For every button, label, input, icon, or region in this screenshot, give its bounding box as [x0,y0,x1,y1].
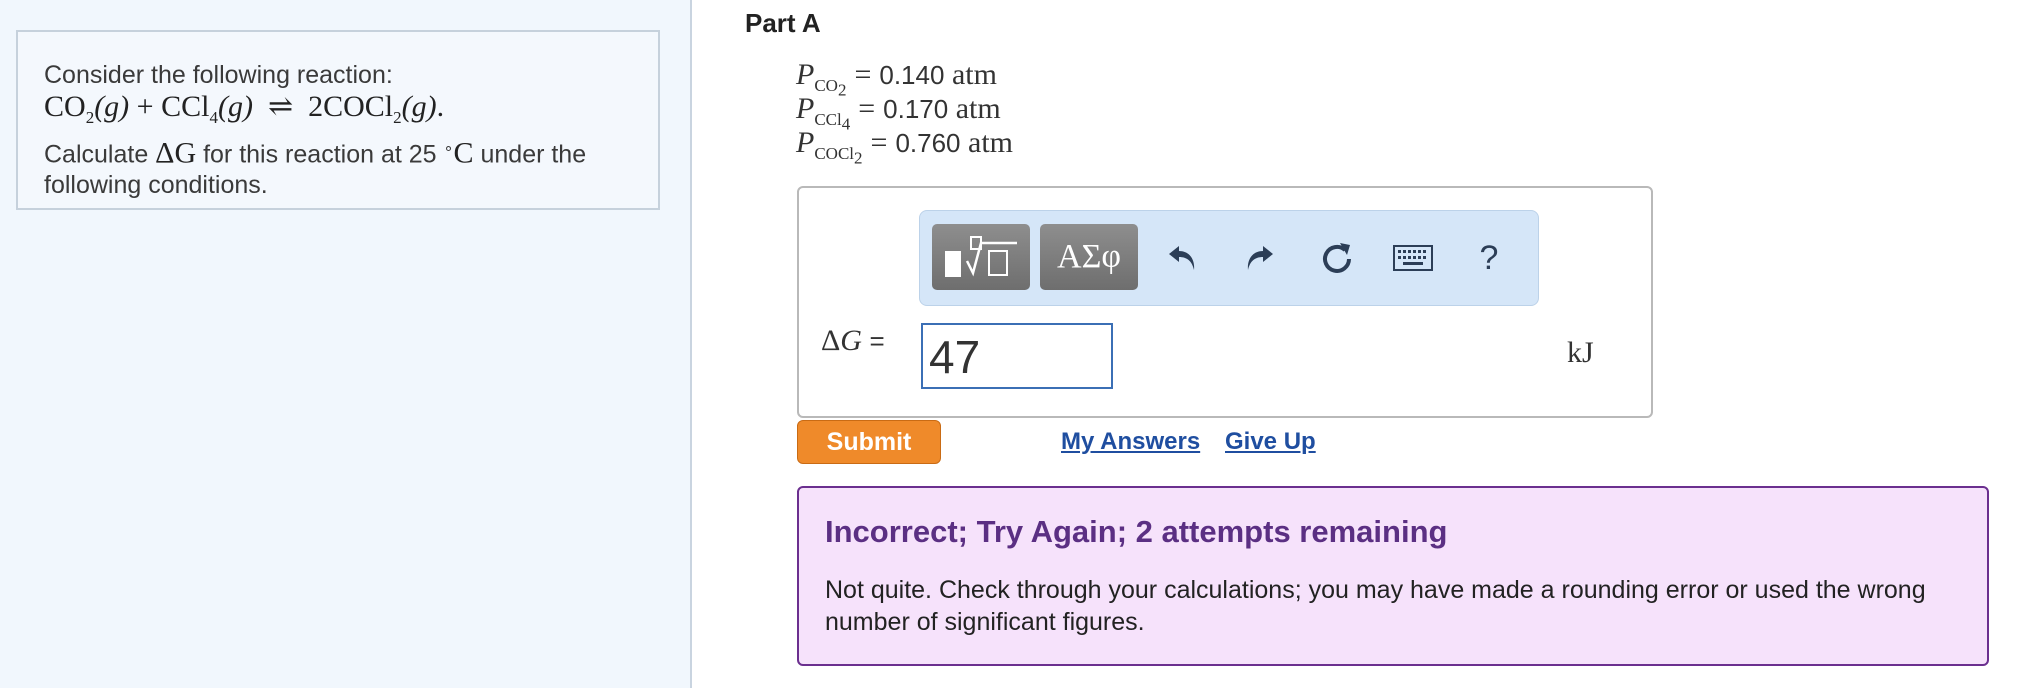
answer-label: ΔG = [821,324,885,358]
question-intro: Consider the following reaction: [44,61,393,89]
celsius-symbol: C [453,136,474,170]
math-toolbar: ΑΣφ ? [919,210,1539,306]
undo-button[interactable] [1158,233,1208,283]
submit-button[interactable]: Submit [797,420,941,464]
symbols-button[interactable]: ΑΣφ [1040,224,1138,290]
degree-symbol: ∘ [443,140,454,157]
reactant1: CO [44,90,86,123]
reset-button[interactable] [1312,233,1362,283]
help-icon: ? [1479,238,1499,277]
phase-label: (g) [94,90,130,123]
part-title: Part A [745,8,821,38]
reactant2-subscript: 4 [209,108,218,127]
templates-icon [945,236,1017,277]
condition-row: PCO2 = 0.140 atm [796,58,1013,99]
species-subscript: 2 [854,148,863,168]
plus-sign: + [136,90,154,123]
keyboard-icon [1393,245,1433,271]
undo-icon [1169,246,1195,270]
equals-sign: = [854,58,872,91]
redo-button[interactable] [1234,233,1284,283]
product-subscript: 2 [393,108,402,127]
delta-g-text: ΔG [155,136,197,170]
prompt-text: under the [473,140,587,169]
templates-button[interactable] [932,224,1030,290]
feedback-message: Not quite. Check through your calculatio… [825,576,1926,636]
product: 2COCl [308,90,394,123]
reactant1-subscript: 2 [85,108,95,127]
pressure-unit: atm [955,92,1001,125]
give-up-link[interactable]: Give Up [1225,428,1316,456]
conditions-list: PCO2 = 0.140 atm PCCl4 = 0.170 atm PCOCl2 = 0.… [796,58,1014,167]
answer-unit: kJ [1567,336,1594,369]
phase-label: (g) [401,90,437,123]
question-prompt-line2: following conditions. [44,171,268,200]
question-box: Consider the following reaction: CO2(g) … [16,30,660,210]
help-button[interactable]: ? [1464,233,1514,283]
pressure-value: 0.760 [895,128,961,158]
equals-sign: = [870,126,888,159]
reaction-equation: CO2(g) + CCl4(g) ⇌ 2COCl2(g). [44,91,632,133]
phase-label: (g) [217,90,253,123]
pressure-value: 0.170 [883,94,949,124]
period: . [436,90,445,123]
my-answers-link[interactable]: My Answers [1061,428,1200,456]
condition-row: PCOCl2 = 0.760 atm [796,126,1014,167]
delta-symbol: Δ [821,324,841,357]
feedback-title: Incorrect; Try Again; 2 attempts remaini… [825,514,1448,549]
pressure-symbol: P [796,58,815,91]
answer-input[interactable]: 47 [921,323,1113,389]
feedback-box: Incorrect; Try Again; 2 attempts remaini… [797,486,1989,666]
pressure-unit: atm [951,58,997,91]
delta-g-symbol: ΔG [155,136,196,169]
equals-sign: = [858,92,876,125]
pressure-value: 0.140 [879,60,945,90]
question-prompt: Calculate ΔG for this reaction at 25 ∘C … [44,133,632,170]
reactant2: CCl [161,90,210,123]
keyboard-button[interactable] [1388,233,1438,283]
prompt-text: for this reaction at 25 [196,140,444,169]
reset-icon [1323,243,1351,273]
answer-box: ΑΣφ ? ΔG = 47 kJ [797,186,1653,418]
left-pane: Consider the following reaction: CO2(g) … [0,0,692,688]
pressure-unit: atm [968,126,1014,159]
redo-icon [1247,246,1273,270]
pressure-symbol: P [796,126,815,159]
equals-sign: = [869,326,885,356]
right-pane: Part A PCO2 = 0.140 atm PCCl4 = 0.170 atm PC… [693,0,2020,688]
condition-row: PCCl4 = 0.170 atm [796,92,1013,133]
equilibrium-arrow-icon: ⇌ [267,90,294,123]
prompt-text: Calculate [44,140,156,169]
species: COCl [814,144,855,163]
pressure-symbol: P [796,92,815,125]
variable-g: G [840,324,862,357]
